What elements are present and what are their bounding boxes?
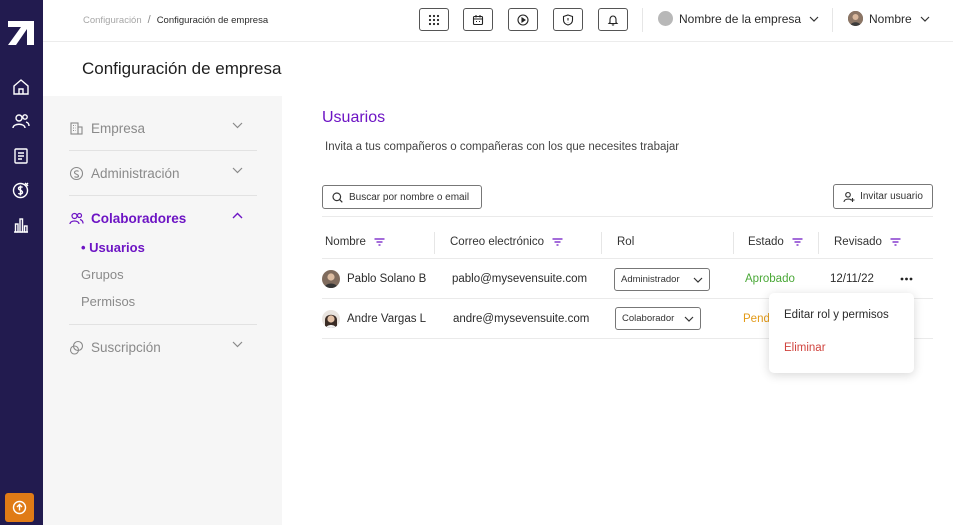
chevron-down-icon [232, 122, 243, 129]
role-select[interactable]: Administrador [614, 268, 710, 291]
column-divider [434, 232, 435, 254]
admin-icon [69, 165, 85, 181]
column-header-estado[interactable]: Estado [748, 236, 803, 248]
column-header-correo[interactable]: Correo electrónico [450, 236, 563, 248]
more-options-button[interactable] [898, 273, 914, 285]
sidebar-item-label: Administración [91, 165, 180, 181]
bell-icon [607, 14, 619, 26]
app-rail [0, 0, 43, 525]
divider [322, 216, 933, 217]
notifications-button[interactable] [598, 8, 628, 31]
reports-icon[interactable] [11, 215, 31, 235]
filter-icon[interactable] [552, 238, 563, 246]
grid-icon [428, 14, 440, 25]
role-select[interactable]: Colaborador [615, 307, 701, 330]
column-header-revisado[interactable]: Revisado [834, 236, 901, 248]
sidebar-item-colaboradores[interactable]: Colaboradores [69, 196, 257, 240]
app-logo[interactable] [8, 21, 34, 45]
sidebar-item-empresa[interactable]: Empresa [69, 106, 257, 150]
company-name: Nombre de la empresa [679, 11, 802, 26]
more-horizontal-icon [900, 277, 912, 281]
menu-item-edit-role[interactable]: Editar rol y permisos [784, 309, 889, 321]
security-button[interactable] [553, 8, 583, 31]
subscription-icon [69, 339, 85, 355]
sidebar-item-label: Colaboradores [91, 210, 187, 226]
apps-button[interactable] [419, 8, 449, 31]
status-badge: Pendiente [743, 313, 769, 325]
reviewed-date: 12/11/22 [830, 273, 874, 285]
shield-icon [562, 13, 574, 26]
company-selector[interactable]: Nombre de la empresa [658, 11, 819, 26]
sidebar-item-label: Suscripción [91, 339, 161, 355]
page-title: Configuración de empresa [82, 59, 282, 78]
column-divider [818, 232, 819, 254]
user-avatar [848, 11, 863, 26]
sidebar-subitem-usuarios[interactable]: • Usuarios [81, 240, 145, 255]
sidebar-subitem-permisos[interactable]: Permisos [81, 294, 135, 309]
email-cell: pablo@mysevensuite.com [452, 273, 588, 285]
chevron-down-icon [684, 316, 694, 322]
calendar-icon [472, 14, 484, 25]
play-circle-icon [517, 13, 529, 26]
search-input[interactable]: Buscar por nombre o email [322, 185, 482, 209]
chevron-down-icon [920, 16, 930, 22]
documents-icon[interactable] [11, 146, 31, 166]
chevron-down-icon [232, 341, 243, 348]
section-description: Invita a tus compañeros o compañeras con… [325, 141, 680, 153]
breadcrumb-parent[interactable]: Configuración [83, 15, 142, 26]
users-icon [69, 210, 85, 226]
chevron-down-icon [232, 167, 243, 174]
arrow-up-circle-icon [12, 500, 27, 515]
chevron-up-icon [232, 212, 243, 219]
column-divider [601, 232, 602, 254]
email-cell: andre@mysevensuite.com [453, 313, 590, 325]
user-name: Nombre [869, 11, 912, 26]
column-header-rol: Rol [617, 236, 635, 248]
divider [322, 258, 933, 259]
breadcrumb: Configuración / Configuración de empresa [83, 14, 268, 26]
upgrade-button[interactable] [5, 493, 34, 522]
breadcrumb-separator: / [147, 14, 151, 26]
finance-icon[interactable] [11, 180, 31, 200]
menu-item-delete[interactable]: Eliminar [784, 342, 826, 354]
divider [642, 8, 643, 32]
search-icon [332, 191, 343, 203]
calendar-button[interactable] [463, 8, 493, 31]
top-bar: Configuración / Configuración de empresa… [43, 0, 953, 42]
row-context-menu: Editar rol y permisos Eliminar [769, 293, 914, 373]
filter-icon[interactable] [792, 238, 803, 246]
sidebar-item-administracion[interactable]: Administración [69, 151, 257, 195]
filter-icon[interactable] [374, 238, 385, 246]
company-logo [658, 11, 673, 26]
chevron-down-icon [809, 16, 819, 22]
filter-icon[interactable] [890, 238, 901, 246]
home-icon[interactable] [11, 77, 31, 97]
building-icon [69, 120, 85, 136]
sidebar-subitem-grupos[interactable]: Grupos [81, 267, 124, 282]
user-avatar [322, 270, 340, 288]
sidebar-item-suscripcion[interactable]: Suscripción [69, 325, 257, 369]
people-icon[interactable] [11, 111, 31, 131]
add-user-icon [843, 191, 855, 202]
invite-user-button[interactable]: Invitar usuario [833, 184, 933, 209]
invite-user-label: Invitar usuario [860, 191, 923, 202]
play-button[interactable] [508, 8, 538, 31]
section-title: Usuarios [322, 109, 386, 126]
user-name-cell: Pablo Solano B [322, 270, 426, 288]
settings-sidebar: Empresa Administración Colaboradores • U… [43, 96, 282, 525]
user-avatar [322, 310, 340, 328]
chevron-down-icon [693, 277, 703, 283]
status-badge: Aprobado [745, 273, 795, 285]
sidebar-item-label: Empresa [91, 120, 146, 136]
breadcrumb-current: Configuración de empresa [156, 14, 269, 26]
user-name-cell: Andre Vargas L [322, 310, 426, 328]
divider [832, 8, 833, 32]
user-menu[interactable]: Nombre [848, 11, 930, 26]
column-divider [733, 232, 734, 254]
search-placeholder: Buscar por nombre o email [349, 191, 470, 203]
column-header-nombre[interactable]: Nombre [325, 236, 385, 248]
